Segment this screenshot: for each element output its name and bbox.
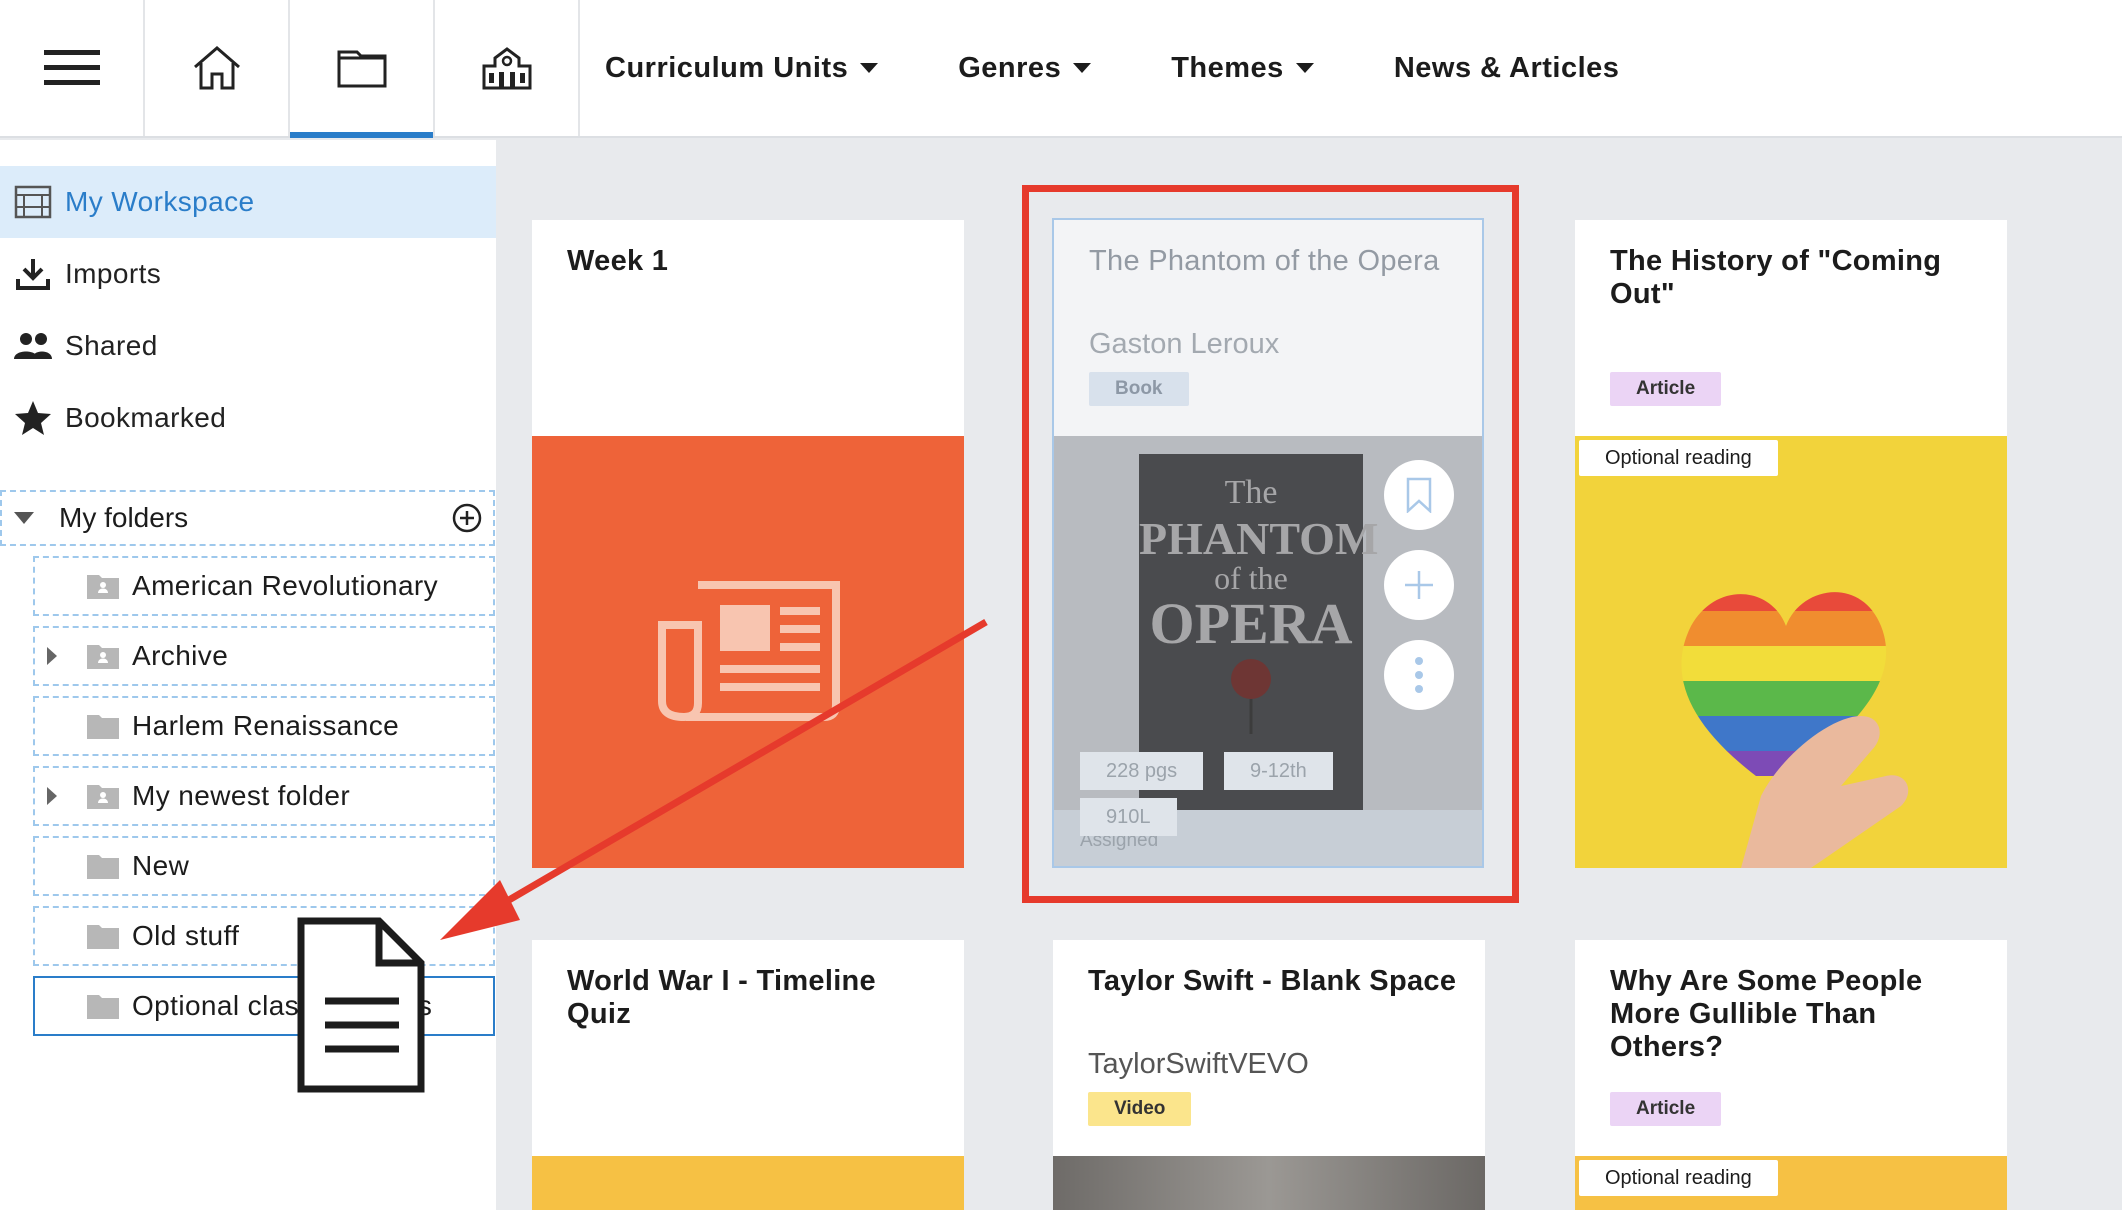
document-drag-icon [297, 917, 425, 1093]
